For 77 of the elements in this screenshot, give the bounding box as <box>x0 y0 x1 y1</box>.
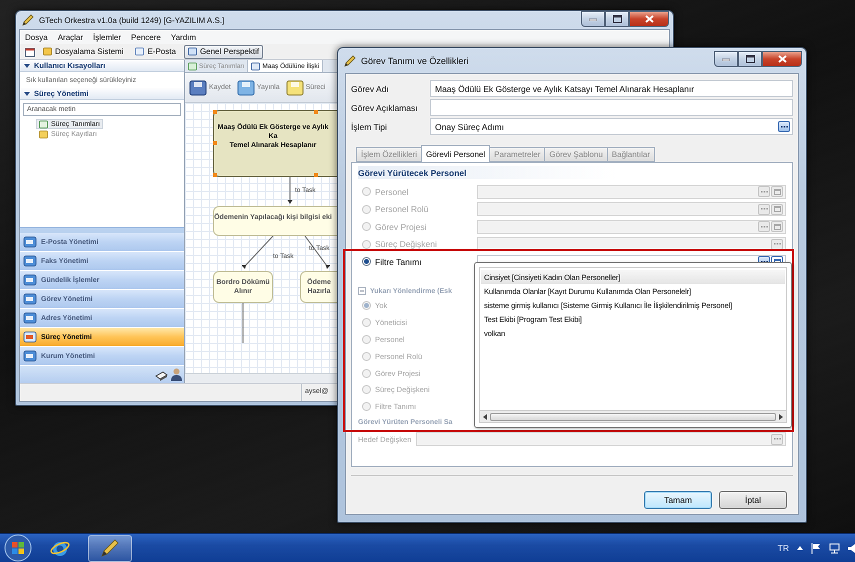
module-icon <box>23 330 37 344</box>
connector-line <box>240 303 246 344</box>
collapse-icon[interactable] <box>358 287 366 295</box>
minimize-button[interactable] <box>714 51 738 67</box>
radio-label: Süreç Değişkeni <box>374 239 438 250</box>
connector-arrow <box>287 177 293 205</box>
module-icon <box>23 349 37 363</box>
menu-item[interactable]: Yardım <box>170 32 196 42</box>
ellipsis-icon <box>774 243 780 246</box>
user-icon[interactable] <box>171 368 182 381</box>
start-button[interactable] <box>4 534 32 562</box>
ellipsis-icon <box>760 226 768 228</box>
scrollbar[interactable] <box>479 411 787 423</box>
window-title: GTech Orkestra v1.0a (build 1249) [G-YAZILIM A.S.] <box>39 16 224 24</box>
maximize-icon <box>612 14 622 22</box>
minimize-icon <box>722 57 730 61</box>
browse-button[interactable] <box>778 121 790 132</box>
toolbar-button[interactable]: E-Posta <box>131 44 180 58</box>
module-icon <box>23 273 37 287</box>
taskbar-app[interactable] <box>88 534 132 562</box>
minimize-button[interactable] <box>581 10 605 26</box>
radio-label: Personel <box>374 186 410 197</box>
list-icon <box>774 206 780 212</box>
caret-up-icon[interactable] <box>797 546 803 550</box>
field-label: Görev Açıklaması <box>351 102 419 112</box>
ellipsis-icon <box>760 208 768 210</box>
module-icon <box>23 292 37 306</box>
connector-arrow <box>242 236 276 270</box>
radio-button[interactable] <box>362 257 371 266</box>
window-icon <box>188 47 197 56</box>
ellipsis-icon <box>760 260 768 263</box>
pencil-icon <box>22 14 34 26</box>
maximize-button[interactable] <box>738 51 762 67</box>
caret-icon <box>24 90 30 96</box>
pencil-icon <box>100 538 120 558</box>
minimize-icon <box>589 16 597 20</box>
list-icon <box>774 188 780 195</box>
calendar-icon[interactable] <box>25 46 35 56</box>
menu-item[interactable]: Pencere <box>131 32 161 42</box>
toolbar-button[interactable]: Dosyalama Sistemi <box>39 44 128 58</box>
tab[interactable]: Görevli Personel <box>421 145 490 162</box>
ellipsis-icon <box>760 190 768 193</box>
close-button[interactable] <box>762 51 802 67</box>
arrow-right-icon <box>779 414 783 420</box>
tab-icon <box>188 62 197 70</box>
input-field[interactable]: Onay Süreç Adımı <box>430 118 793 135</box>
printer-icon[interactable] <box>155 368 168 380</box>
connector-arrow <box>302 236 330 270</box>
module-icon <box>23 311 37 325</box>
close-icon <box>644 14 654 22</box>
menu-item[interactable]: İşlemler <box>93 32 122 42</box>
caret-icon <box>24 62 30 68</box>
radio-label: Filtre Tanımı <box>374 256 423 267</box>
dialog-title: Görev Tanımı ve Özellikleri <box>361 56 468 66</box>
speaker-icon[interactable] <box>848 542 855 554</box>
module-icon <box>23 235 37 249</box>
pencil-icon <box>344 54 356 66</box>
close-icon <box>778 55 786 63</box>
menu-item[interactable]: Araçlar <box>58 32 84 42</box>
maximize-button[interactable] <box>605 10 629 26</box>
field-label: Görev Adı <box>351 84 390 94</box>
input-field[interactable]: Maaş Ödülü Ek Gösterge ve Aylık Katsayı Temel Alınarak Hesaplanır <box>430 80 793 97</box>
toolbar-button[interactable]: Genel Perspektif <box>184 44 264 58</box>
module-icon <box>23 254 37 268</box>
arrow-left-icon <box>483 414 487 420</box>
menu-item[interactable]: Dosya <box>25 32 48 42</box>
dialog-button[interactable]: İptal <box>719 491 787 509</box>
input-field[interactable] <box>430 99 793 116</box>
ellipsis-icon <box>774 438 780 440</box>
maximize-icon <box>746 55 754 63</box>
dialog-button[interactable]: Tamam <box>644 491 712 509</box>
close-button[interactable] <box>629 10 669 26</box>
network-icon[interactable] <box>829 542 840 554</box>
floppy-icon <box>189 78 207 96</box>
language-indicator[interactable]: TR <box>778 543 789 553</box>
list-icon <box>774 224 780 230</box>
flag-icon[interactable] <box>811 542 821 554</box>
